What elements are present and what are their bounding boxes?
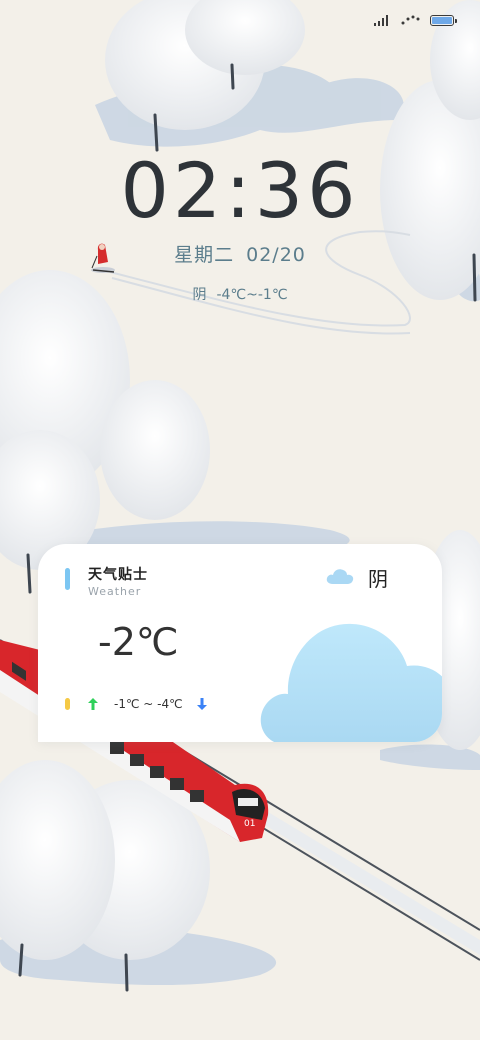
large-cloud-icon bbox=[260, 623, 442, 742]
widget-title: 天气贴士 bbox=[88, 567, 148, 583]
lockscreen-time: 02:36 bbox=[120, 146, 360, 235]
wifi-icon bbox=[401, 15, 420, 25]
arrow-down-icon bbox=[196, 698, 207, 710]
arrow-up-icon bbox=[88, 698, 98, 710]
temp-range-row: -1℃ ~ -4℃ bbox=[65, 696, 207, 712]
lockscreen-date: 星期二 02/20 bbox=[0, 240, 480, 267]
widget-subtitle: Weather bbox=[88, 585, 142, 598]
date-value: 02/20 bbox=[246, 244, 306, 266]
weather-temp-range: -4℃~-1℃ bbox=[216, 287, 288, 303]
weather-condition: 阴 bbox=[192, 287, 207, 303]
widget-current-temp: -2℃ bbox=[98, 620, 179, 664]
widget-accent-bar bbox=[65, 568, 70, 590]
train-number: 01 bbox=[244, 819, 255, 829]
widget-condition: 阴 bbox=[368, 567, 388, 591]
cloud-icon bbox=[326, 569, 354, 584]
weekday: 星期二 bbox=[174, 244, 235, 266]
lockscreen-weather: 阴 -4℃~-1℃ bbox=[0, 284, 480, 304]
battery-icon bbox=[430, 14, 457, 26]
status-bar bbox=[374, 10, 457, 30]
signal-icon bbox=[374, 14, 390, 26]
weather-widget[interactable]: 天气贴士 Weather 阴 -2℃ -1℃ ~ -4℃ bbox=[38, 544, 442, 742]
battery-fill bbox=[432, 16, 452, 24]
range-indicator bbox=[65, 698, 70, 710]
widget-temp-range: -1℃ ~ -4℃ bbox=[114, 697, 183, 711]
